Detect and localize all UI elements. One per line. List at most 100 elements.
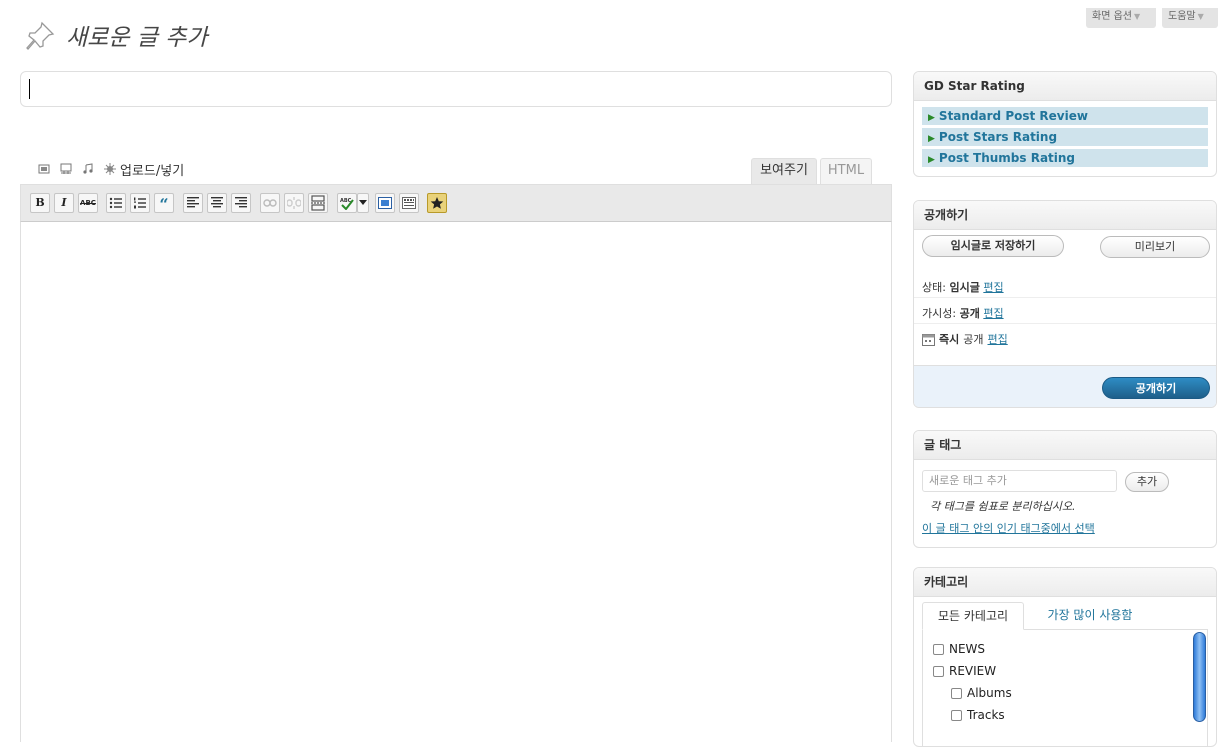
category-label: NEWS	[949, 642, 986, 656]
tab-all-categories[interactable]: 모든 카테고리	[922, 602, 1024, 630]
add-video-icon[interactable]	[60, 163, 72, 175]
remove-link-button[interactable]	[284, 193, 304, 213]
align-left-button[interactable]	[183, 193, 203, 213]
gd-item-standard-review[interactable]: ▶ Standard Post Review	[922, 107, 1208, 126]
kitchen-sink-button[interactable]	[399, 193, 419, 213]
gd-item-post-stars[interactable]: ▶ Post Stars Rating	[922, 128, 1208, 147]
status-row: 상태: 임시글 편집	[922, 279, 1004, 295]
align-left-icon	[187, 197, 199, 208]
schedule-label: 공개	[963, 333, 984, 346]
preview-button[interactable]: 미리보기	[1100, 236, 1210, 258]
triangle-right-icon: ▶	[928, 155, 935, 165]
categories-box: 카테고리 모든 카테고리 가장 많이 사용함 NEWS REVIEW Album…	[913, 567, 1217, 747]
category-item[interactable]: Tracks	[951, 708, 1005, 722]
add-media-icon[interactable]	[104, 163, 116, 175]
add-audio-icon[interactable]	[82, 163, 94, 175]
editor-toolbar: B I ABC “ ABC	[20, 184, 892, 222]
status-value: 임시글	[949, 281, 980, 294]
publish-button-label: 공개하기	[1135, 382, 1177, 395]
save-draft-button[interactable]: 임시글로 저장하기	[922, 235, 1064, 257]
publish-box-title[interactable]: 공개하기	[914, 201, 1216, 230]
calendar-icon	[922, 333, 935, 346]
bullet-list-icon	[109, 197, 122, 209]
help-tab[interactable]: 도움말 ▼	[1162, 8, 1218, 28]
edit-status-link[interactable]: 편집	[983, 281, 1003, 294]
bold-label: B	[35, 196, 45, 209]
fullscreen-icon	[378, 197, 392, 209]
pushpin-icon	[26, 21, 55, 50]
align-center-icon	[211, 197, 223, 208]
add-tag-button[interactable]: 추가	[1125, 472, 1169, 492]
tab-most-used[interactable]: 가장 많이 사용함	[1030, 602, 1150, 630]
gd-item-label: Standard Post Review	[938, 109, 1088, 123]
category-scrollbar[interactable]	[1193, 632, 1206, 722]
category-item[interactable]: Albums	[951, 686, 1012, 700]
publish-actions: 공개하기	[914, 365, 1216, 407]
category-label: Tracks	[967, 708, 1005, 722]
tab-all-categories-label: 모든 카테고리	[937, 609, 1009, 623]
tab-most-used-label: 가장 많이 사용함	[1047, 608, 1133, 622]
triangle-right-icon: ▶	[928, 113, 935, 123]
divider	[914, 297, 1216, 298]
tab-visual[interactable]: 보여주기	[751, 158, 817, 184]
text-caret	[29, 79, 30, 99]
bold-button[interactable]: B	[30, 193, 50, 213]
categories-box-title[interactable]: 카테고리	[914, 568, 1216, 597]
visibility-label: 가시성:	[922, 307, 957, 320]
post-title-input[interactable]	[20, 71, 892, 107]
fullscreen-button[interactable]	[375, 193, 395, 213]
popular-tags-link-text[interactable]: 이 글 태그 안의 인기 태그중에서 선택	[922, 522, 1095, 535]
insert-more-button[interactable]	[308, 193, 328, 213]
align-center-button[interactable]	[207, 193, 227, 213]
screen-options-label: 화면 옵션	[1092, 11, 1132, 22]
align-right-icon	[235, 197, 247, 208]
gd-item-label: Post Thumbs Rating	[938, 151, 1076, 165]
link-icon	[263, 199, 277, 207]
insert-link-button[interactable]	[260, 193, 280, 213]
category-item[interactable]: NEWS	[933, 642, 985, 656]
unlink-icon	[286, 197, 302, 209]
screen-options-tab[interactable]: 화면 옵션 ▼	[1086, 8, 1156, 28]
save-draft-label: 임시글로 저장하기	[950, 239, 1036, 252]
category-item[interactable]: REVIEW	[933, 664, 996, 678]
more-tag-icon	[311, 195, 325, 211]
gd-star-rating-title[interactable]: GD Star Rating	[914, 72, 1216, 101]
star-icon	[430, 197, 444, 209]
new-tag-placeholder: 새로운 태그 추가	[929, 474, 1007, 487]
italic-button[interactable]: I	[54, 193, 74, 213]
visibility-value: 공개	[959, 307, 980, 320]
page-title: 새로운 글 추가	[66, 25, 208, 51]
publish-button[interactable]: 공개하기	[1102, 377, 1210, 399]
edit-visibility-link[interactable]: 편집	[983, 307, 1003, 320]
star-rating-button[interactable]	[427, 193, 447, 213]
category-checklist: NEWS REVIEW Albums Tracks	[922, 629, 1208, 746]
tab-html[interactable]: HTML	[820, 158, 872, 184]
category-checkbox[interactable]	[933, 643, 944, 655]
caret-down-icon	[359, 200, 367, 205]
align-right-button[interactable]	[231, 193, 251, 213]
divider	[914, 323, 1216, 324]
spellcheck-icon: ABC	[340, 198, 354, 211]
edit-schedule-link[interactable]: 편집	[988, 331, 1008, 347]
add-tag-label: 추가	[1136, 475, 1158, 488]
strikethrough-label: ABC	[80, 199, 96, 207]
preview-label: 미리보기	[1134, 240, 1176, 253]
category-checkbox[interactable]	[933, 665, 944, 677]
spellcheck-dropdown[interactable]	[357, 193, 369, 213]
media-buttons: 업로드/넣기	[38, 160, 184, 179]
status-label: 상태:	[922, 281, 946, 294]
category-checkbox[interactable]	[951, 709, 962, 721]
schedule-value: 즉시	[939, 333, 960, 346]
add-image-icon[interactable]	[38, 163, 50, 175]
tags-box-title[interactable]: 글 태그	[914, 431, 1216, 460]
spellcheck-button[interactable]: ABC	[337, 193, 357, 213]
bullet-list-button[interactable]	[106, 193, 126, 213]
post-content-editor[interactable]	[20, 222, 892, 742]
category-checkbox[interactable]	[951, 687, 962, 699]
numbered-list-button[interactable]	[130, 193, 150, 213]
blockquote-button[interactable]: “	[154, 193, 174, 214]
strikethrough-button[interactable]: ABC	[78, 193, 98, 213]
popular-tags-link[interactable]: 이 글 태그 안의 인기 태그중에서 선택	[922, 520, 1095, 536]
new-tag-input[interactable]: 새로운 태그 추가	[922, 470, 1117, 492]
gd-item-post-thumbs[interactable]: ▶ Post Thumbs Rating	[922, 149, 1208, 168]
